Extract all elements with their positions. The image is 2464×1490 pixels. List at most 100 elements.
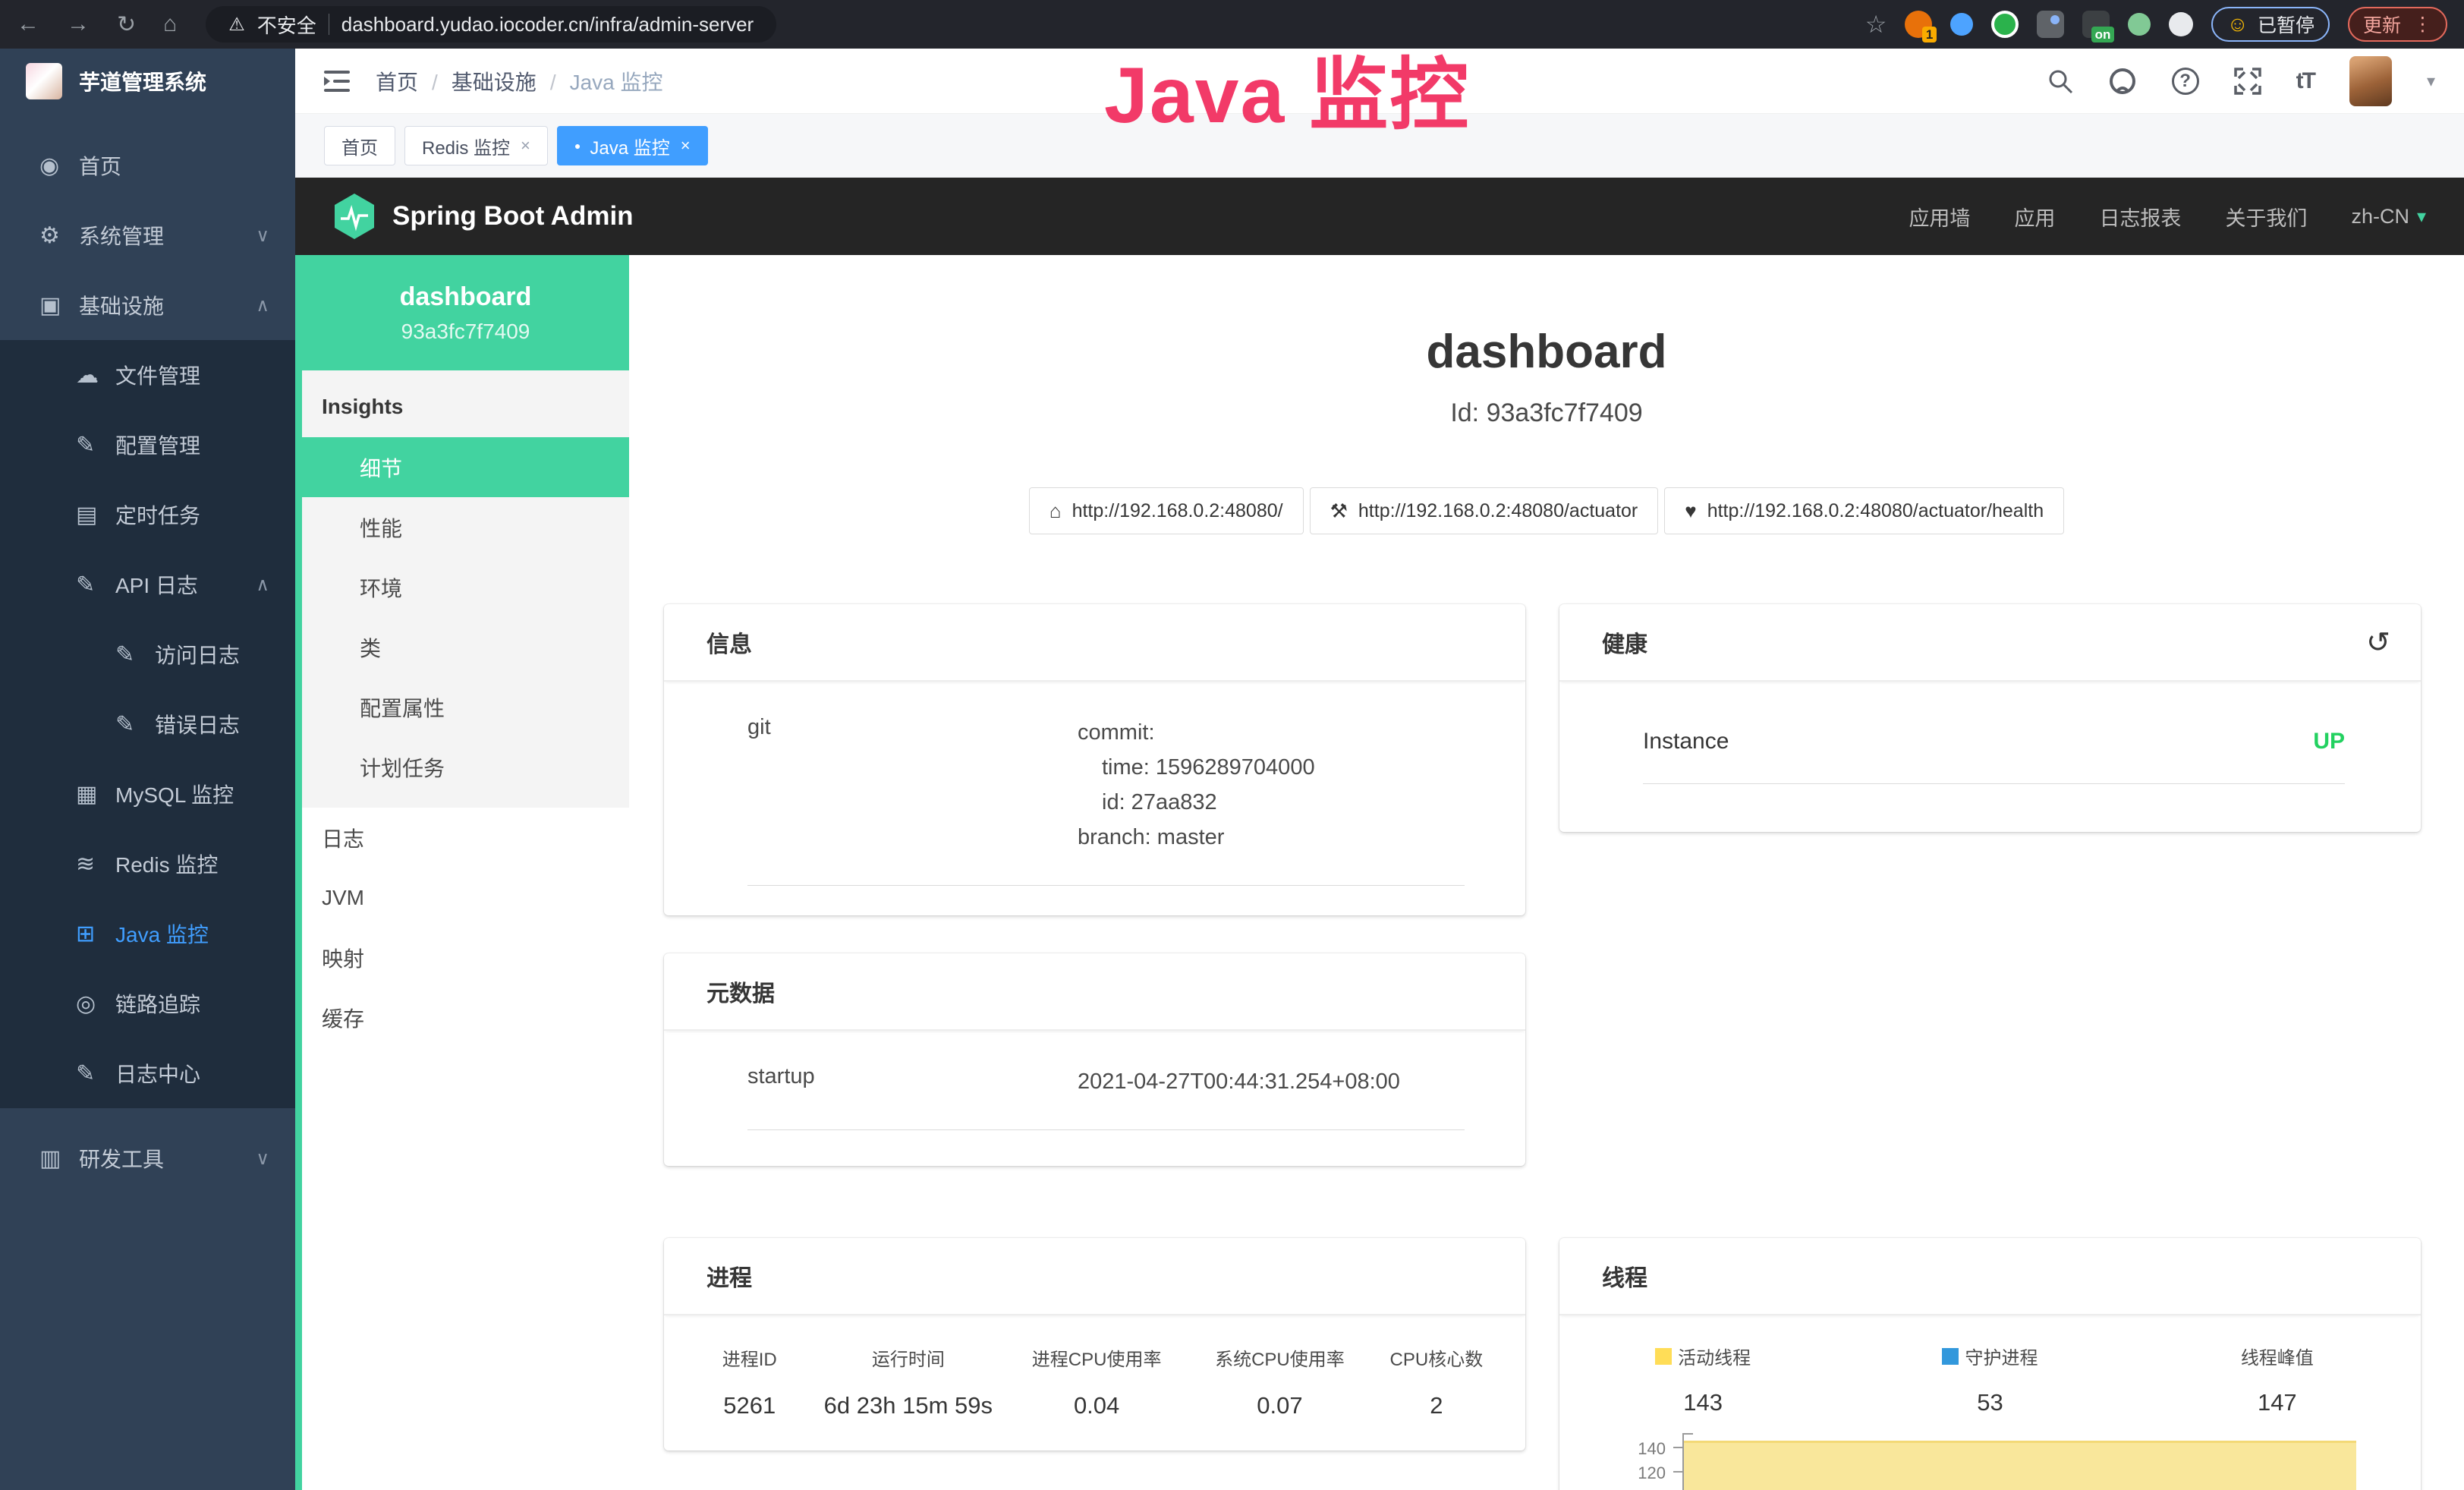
list-icon: ▤: [76, 502, 115, 528]
github-icon[interactable]: [2108, 67, 2137, 96]
sidebar-fold-icon[interactable]: [324, 70, 350, 93]
git-branch-line: branch: master: [1078, 820, 1315, 855]
sba-sidebar-item-scheduled-tasks[interactable]: 计划任务: [302, 737, 629, 797]
close-icon[interactable]: ×: [521, 136, 530, 156]
extension-icon-tiles[interactable]: [2037, 11, 2064, 38]
sidebar-item-label: 文件管理: [115, 360, 200, 390]
app-title: 芋道管理系统: [79, 66, 206, 96]
chevron-down-icon: ∨: [256, 1148, 269, 1170]
health-url-button[interactable]: ♥ http://192.168.0.2:48080/actuator/heal…: [1664, 487, 2064, 534]
sidebar-item-error-logs[interactable]: ✎ 错误日志: [0, 689, 295, 759]
sba-sidebar-item-mappings[interactable]: 映射: [302, 928, 629, 988]
tab-label: Redis 监控: [422, 133, 510, 159]
sidebar-item-label: 研发工具: [79, 1143, 164, 1173]
edit-icon: ✎: [76, 1060, 115, 1087]
sidebar-item-tracing[interactable]: ◎ 链路追踪: [0, 969, 295, 1038]
sidebar-item-system-mgmt[interactable]: ⚙ 系统管理 ∨: [0, 200, 295, 270]
sba-instance-header[interactable]: dashboard 93a3fc7f7409: [302, 255, 629, 370]
status-badge: UP: [2313, 729, 2345, 754]
address-bar[interactable]: ⚠ 不安全 dashboard.yudao.iocoder.cn/infra/a…: [206, 6, 776, 43]
page-url: dashboard.yudao.iocoder.cn/infra/admin-s…: [341, 13, 754, 36]
legend-daemon-threads: 守护进程 53: [1846, 1343, 2133, 1416]
sba-sidebar-item-environment[interactable]: 环境: [302, 557, 629, 617]
server-icon: ▦: [76, 781, 115, 808]
service-url: http://192.168.0.2:48080/: [1072, 500, 1283, 522]
sba-nav-journal[interactable]: 日志报表: [2099, 202, 2181, 232]
monitor-icon: ▣: [39, 292, 79, 319]
breadcrumb-infrastructure[interactable]: 基础设施: [452, 66, 570, 96]
browser-forward-icon[interactable]: →: [67, 11, 90, 37]
browser-home-icon[interactable]: ⌂: [163, 11, 177, 37]
sidebar-item-scheduled-jobs[interactable]: ▤ 定时任务: [0, 480, 295, 550]
sidebar-item-java-monitor[interactable]: ⊞ Java 监控: [0, 899, 295, 969]
search-icon[interactable]: [2047, 68, 2073, 94]
font-size-icon[interactable]: tT: [2296, 68, 2315, 94]
sidebar-item-label: API 日志: [115, 569, 198, 600]
sba-sidebar-item-details[interactable]: 细节: [302, 437, 629, 497]
update-browser-button[interactable]: 更新 ⋮: [2348, 7, 2447, 42]
legend-peak-threads: 线程峰值 147: [2134, 1343, 2421, 1416]
sba-sidebar-item-classes[interactable]: 类: [302, 617, 629, 677]
sidebar-item-redis-monitor[interactable]: ≋ Redis 监控: [0, 829, 295, 899]
metadata-card: 元数据 startup 2021-04-27T00:44:31.254+08:0…: [664, 953, 1525, 1166]
avatar-caret-icon[interactable]: ▾: [2427, 71, 2435, 91]
sba-sidebar-item-metrics[interactable]: 性能: [302, 497, 629, 557]
close-icon[interactable]: ×: [681, 136, 691, 156]
sidebar-item-infrastructure[interactable]: ▣ 基础设施 ∧: [0, 270, 295, 340]
tab-redis-monitor[interactable]: Redis 监控 ×: [404, 126, 548, 165]
extension-icon-switch[interactable]: on: [2082, 11, 2110, 38]
extensions-puzzle-icon[interactable]: [2169, 12, 2193, 36]
live-threads-area: [1684, 1441, 2356, 1490]
sidebar-item-log-center[interactable]: ✎ 日志中心: [0, 1038, 295, 1108]
sidebar-item-dev-tools[interactable]: ▥ 研发工具 ∨: [0, 1123, 295, 1193]
sidebar-item-home[interactable]: ◉ 首页: [0, 131, 295, 200]
sba-sidebar-item-config-props[interactable]: 配置属性: [302, 677, 629, 737]
legend-label: 守护进程: [1965, 1343, 2038, 1369]
fullscreen-icon[interactable]: [2234, 68, 2261, 95]
sba-sidebar-item-caches[interactable]: 缓存: [302, 988, 629, 1047]
bookmark-star-icon[interactable]: ☆: [1865, 10, 1887, 39]
extension-icon-leaf[interactable]: [2128, 13, 2151, 36]
sidebar-item-mysql-monitor[interactable]: ▦ MySQL 监控: [0, 759, 295, 829]
sba-locale-select[interactable]: zh-CN ▾: [2351, 205, 2426, 228]
col-value: 0.04: [1004, 1392, 1189, 1419]
extension-icon-green[interactable]: [1991, 11, 2019, 38]
legend-swatch-yellow: [1655, 1348, 1672, 1365]
process-col-proc-cpu: 进程CPU使用率 0.04: [1004, 1344, 1189, 1419]
sba-sidebar-item-jvm[interactable]: JVM: [302, 868, 629, 928]
profile-paused-chip[interactable]: ☺ 已暂停: [2211, 7, 2330, 42]
sidebar-item-file-mgmt[interactable]: ☁ 文件管理: [0, 340, 295, 410]
help-icon[interactable]: ?: [2172, 68, 2199, 95]
sba-brand[interactable]: Spring Boot Admin: [333, 193, 634, 240]
sba-sidebar-item-logs[interactable]: 日志: [302, 808, 629, 868]
history-icon[interactable]: ↺: [2366, 625, 2390, 660]
paused-label: 已暂停: [2258, 11, 2315, 38]
col-value: 0.07: [1189, 1392, 1370, 1419]
sidebar-item-config-mgmt[interactable]: ✎ 配置管理: [0, 410, 295, 480]
tab-java-monitor[interactable]: ● Java 监控 ×: [557, 126, 708, 165]
app-sidebar: 芋道管理系统 ◉ 首页 ⚙ 系统管理 ∨ ▣ 基础设施 ∧: [0, 49, 295, 1490]
profile-emoji-icon: ☺: [2226, 12, 2248, 36]
tab-home[interactable]: 首页: [324, 126, 395, 165]
app-logo[interactable]: 芋道管理系统: [0, 49, 295, 114]
legend-value: 53: [1846, 1389, 2133, 1416]
col-value: 5261: [687, 1392, 813, 1419]
sba-nav-about[interactable]: 关于我们: [2225, 202, 2307, 232]
service-url-button[interactable]: ⌂ http://192.168.0.2:48080/: [1029, 487, 1304, 534]
actuator-url-button[interactable]: ⚒ http://192.168.0.2:48080/actuator: [1310, 487, 1659, 534]
extension-icon-orange[interactable]: 1: [1905, 11, 1932, 38]
breadcrumb-home[interactable]: 首页: [376, 66, 452, 96]
sidebar-item-api-logs[interactable]: ✎ API 日志 ∧: [0, 550, 295, 619]
browser-menu-dots-icon[interactable]: ⋮: [2413, 13, 2432, 36]
sba-nav-wallboard[interactable]: 应用墙: [1909, 202, 1970, 232]
health-card-title: 健康: [1602, 625, 1647, 659]
legend-swatch-blue: [1942, 1348, 1959, 1365]
browser-reload-icon[interactable]: ↻: [117, 11, 136, 38]
user-avatar[interactable]: [2349, 56, 2392, 106]
col-value: 2: [1370, 1392, 1503, 1419]
extension-icon-blue-pin[interactable]: [1950, 13, 1973, 36]
browser-back-icon[interactable]: ←: [17, 11, 39, 37]
sidebar-item-access-logs[interactable]: ✎ 访问日志: [0, 619, 295, 689]
info-row-value: commit: time: 1596289704000 id: 27aa832 …: [1078, 715, 1315, 855]
sba-nav-applications[interactable]: 应用: [2014, 202, 2055, 232]
